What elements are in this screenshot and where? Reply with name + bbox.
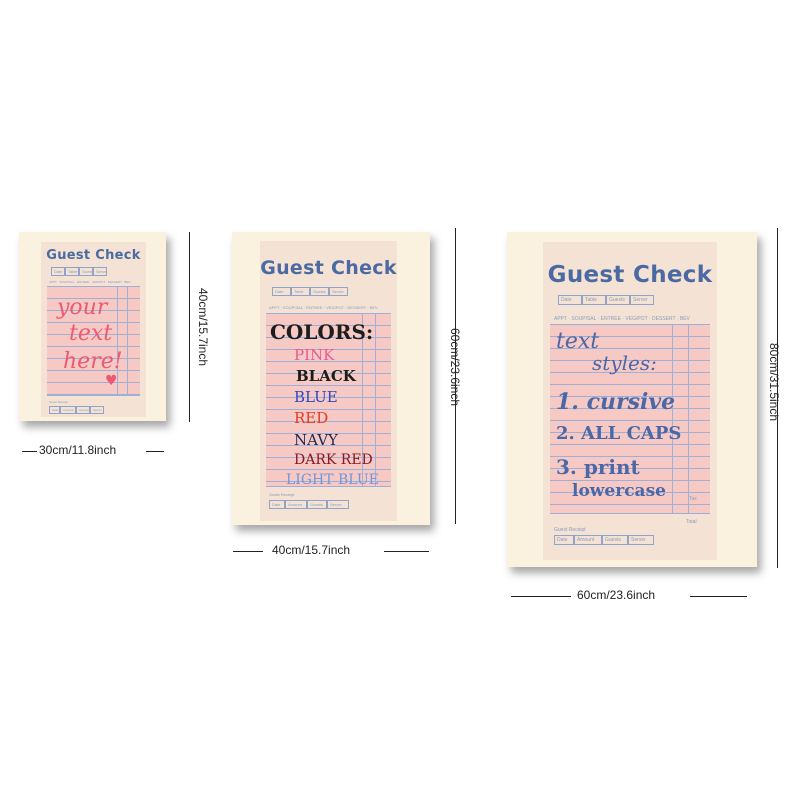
receipt-footer-row: Date Amount Guests Server <box>49 406 104 414</box>
footer-cell-amount: Amount <box>574 535 602 545</box>
color-item-blue: BLUE <box>294 388 338 406</box>
dimension-small-height: 40cm/15.7inch <box>196 287 210 367</box>
footer-cell-server: Server <box>327 500 349 509</box>
footer-cell-server: Server <box>628 535 654 545</box>
footer-cell-date: Date <box>49 406 60 414</box>
color-item-navy: NAVY <box>294 431 338 449</box>
check-header-row: Date Table Guests Server <box>558 295 654 305</box>
handwritten-line-5: 3. print <box>556 455 640 479</box>
guest-check-title: Guest Check <box>46 248 141 263</box>
grid-divider <box>375 314 376 486</box>
header-cell-date: Date <box>51 267 65 276</box>
footer-cell-guests: Guests <box>76 406 90 414</box>
footer-cell-date: Date <box>269 500 285 509</box>
header-cell-server: Server <box>630 295 654 305</box>
guest-check-card: Guest Check Date Table Guests Server APP… <box>41 242 146 417</box>
poster-frame-large: Guest Check Date Table Guests Server APP… <box>507 232 757 567</box>
header-cell-table: Table <box>582 295 606 305</box>
handwritten-line-1: your <box>57 295 108 320</box>
total-label: Total <box>686 519 697 525</box>
poster-frame-medium: Guest Check Date Table Guests Server APP… <box>232 232 430 525</box>
color-item-red: RED <box>294 409 329 427</box>
color-item-pink: PINK <box>294 346 335 364</box>
dimension-line-small-width <box>22 451 37 452</box>
header-cell-guests: Guests <box>79 267 93 276</box>
guest-check-title: Guest Check <box>260 257 397 279</box>
header-cell-server: Server <box>329 287 348 296</box>
guest-receipt-label: Guest Receipt <box>269 492 295 497</box>
color-item-black: BLACK <box>296 367 356 385</box>
dimension-line-medium-width <box>233 551 263 552</box>
course-line: APPT · SOUP/SAL · ENTREE · VEG/POT · DES… <box>554 316 690 322</box>
footer-cell-guests: Guests <box>307 500 327 509</box>
grid-divider <box>127 287 128 395</box>
guest-receipt-label: Guest Receipt <box>554 527 586 533</box>
header-cell-guests: Guests <box>606 295 630 305</box>
footer-cell-guests: Guests <box>602 535 628 545</box>
footer-cell-date: Date <box>554 535 574 545</box>
guest-check-card: Guest Check Date Table Guests Server APP… <box>543 242 717 560</box>
receipt-footer-row: Date Amount Guests Server <box>269 500 349 509</box>
order-lines-area: your text here! ♥ <box>47 286 140 396</box>
footer-cell-server: Server <box>90 406 104 414</box>
color-item-light-blue: LIGHT BLUE <box>286 472 379 488</box>
dimension-line-large-width <box>690 596 747 597</box>
footer-cell-amount: Amount <box>60 406 76 414</box>
handwritten-line-2: text <box>69 321 113 346</box>
poster-frame-small: Guest Check Date Table Guests Server APP… <box>19 232 166 421</box>
handwritten-line-3: 1. cursive <box>556 389 676 415</box>
header-cell-guests: Guests <box>310 287 329 296</box>
dimension-line-large-width <box>511 596 571 597</box>
guest-check-card: Guest Check Date Table Guests Server APP… <box>260 241 397 521</box>
dimension-medium-height: 60cm/23.6inch <box>448 327 462 407</box>
header-cell-table: Table <box>291 287 310 296</box>
heart-icon: ♥ <box>105 373 118 389</box>
header-cell-date: Date <box>558 295 582 305</box>
handwritten-line-2: styles: <box>592 351 657 375</box>
check-header-row: Date Table Guests Server <box>51 267 107 276</box>
dimension-large-width: 60cm/23.6inch <box>577 588 656 602</box>
order-lines-area: COLORS: PINK BLACK BLUE RED NAVY DARK RE… <box>266 313 391 488</box>
dimension-line-medium-width <box>384 551 429 552</box>
colors-heading: COLORS: <box>270 320 374 344</box>
grid-divider <box>688 325 689 513</box>
course-line: APPT · SOUP/SAL · ENTREE · VEG/POT · DES… <box>269 305 378 310</box>
order-lines-area: text styles: 1. cursive 2. ALL CAPS 3. p… <box>550 324 710 514</box>
dimension-large-height: 80cm/31.5inch <box>767 342 781 422</box>
tax-label: Tax <box>689 496 697 502</box>
dimension-medium-width: 40cm/15.7inch <box>272 543 351 557</box>
header-cell-table: Table <box>65 267 79 276</box>
header-cell-date: Date <box>272 287 291 296</box>
dimension-line-small-height <box>189 232 190 422</box>
receipt-footer-row: Date Amount Guests Server <box>554 535 654 545</box>
dimension-line-small-width <box>146 451 164 452</box>
dimension-small-width: 30cm/11.8inch <box>39 443 117 457</box>
footer-cell-amount: Amount <box>285 500 307 509</box>
check-header-row: Date Table Guests Server <box>272 287 348 296</box>
grid-divider <box>672 325 673 513</box>
guest-check-title: Guest Check <box>547 262 713 288</box>
course-line: APPT · SOUP/SAL · ENTREE · VEG/POT · DES… <box>49 280 131 284</box>
handwritten-line-4: 2. ALL CAPS <box>556 423 682 444</box>
handwritten-line-3: here! <box>63 349 123 374</box>
color-item-dark-red: DARK RED <box>294 452 373 468</box>
guest-receipt-label: Guest Receipt <box>49 400 69 404</box>
header-cell-server: Server <box>93 267 107 276</box>
handwritten-line-6: lowercase <box>572 481 666 501</box>
